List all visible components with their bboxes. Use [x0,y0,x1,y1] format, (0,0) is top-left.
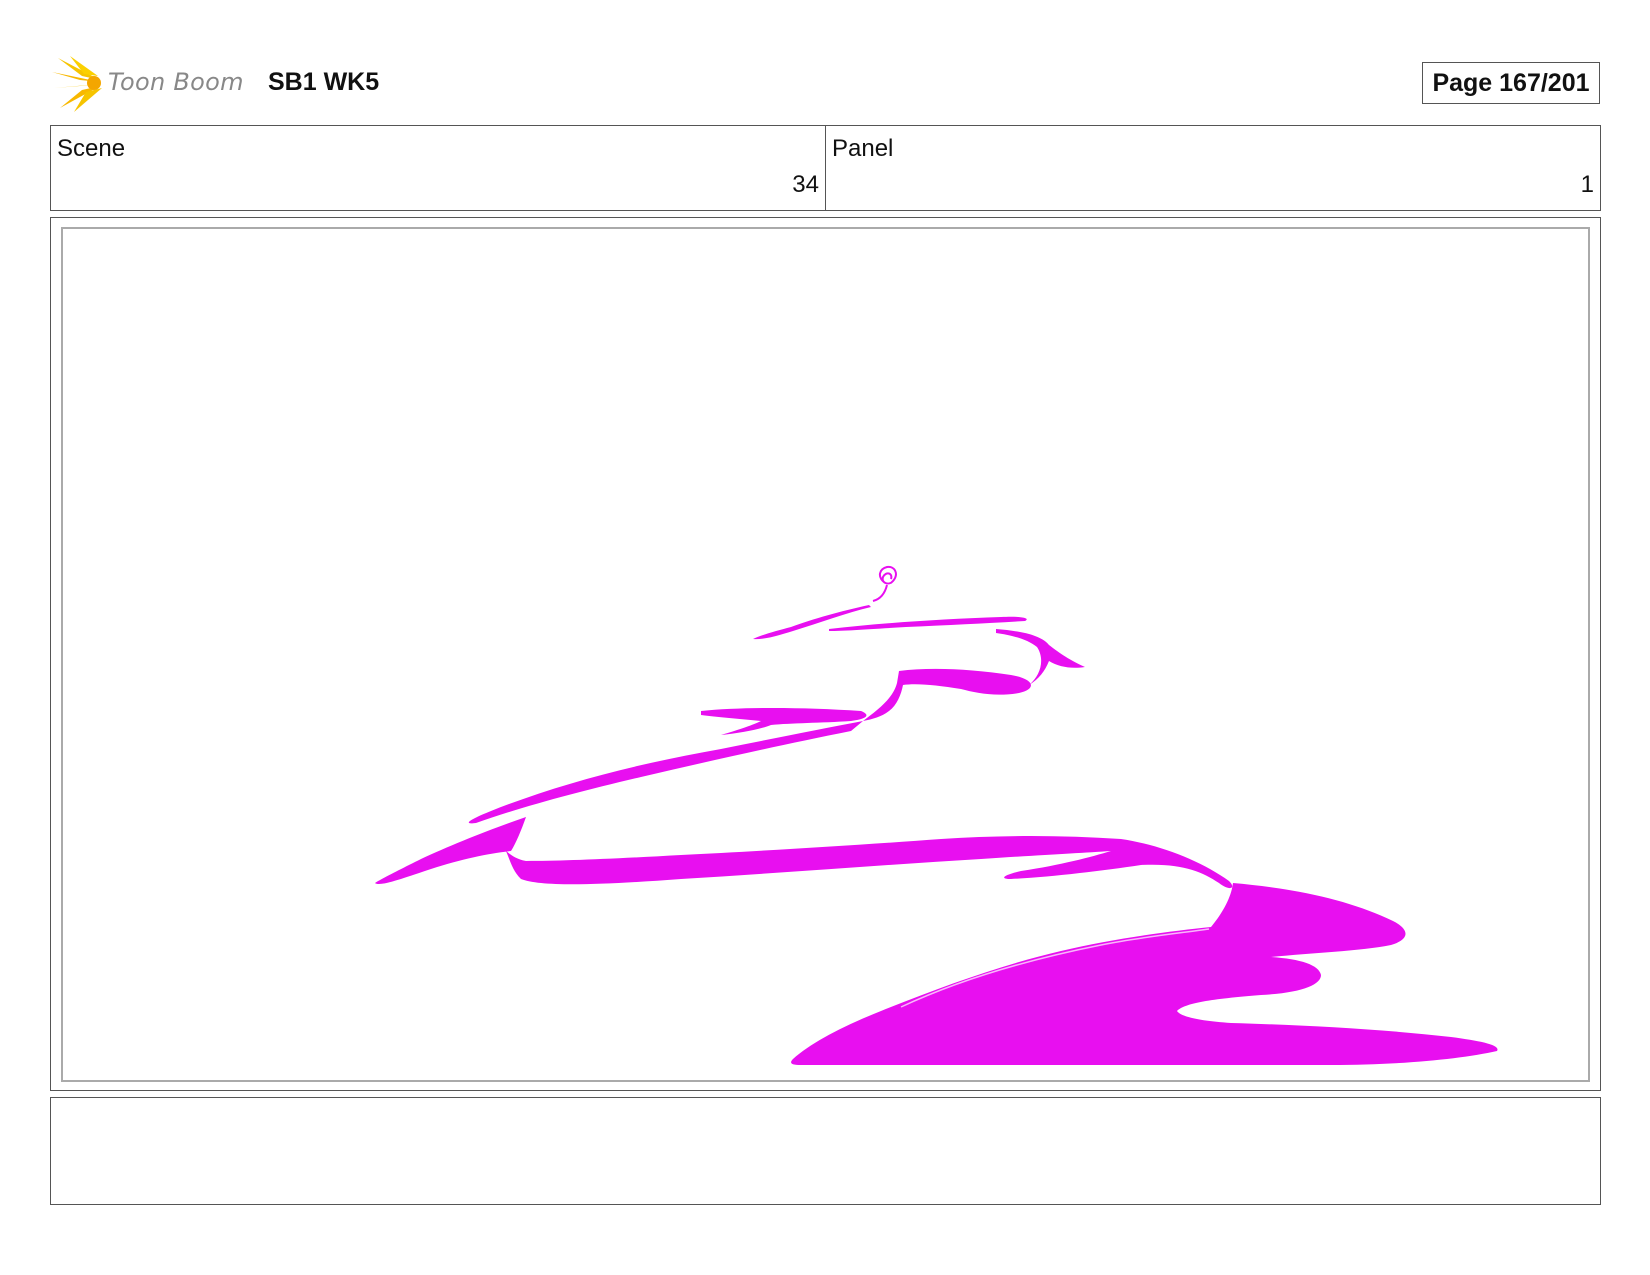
project-title: SB1 WK5 [268,68,380,96]
storyboard-panel-frame [50,217,1601,1091]
sketch-middle-ledge [863,668,1031,721]
page-indicator: Page 167/201 [1422,62,1600,104]
panel-sketch [375,565,1498,1065]
panel-cell: Panel 1 [825,126,1600,210]
page-label: Page 167/201 [1432,68,1590,97]
toon-boom-logo: Toon Boom [52,56,252,112]
sketch-scribble [872,565,897,602]
panel-drawing-area [61,227,1590,1082]
scene-panel-info: Scene 34 Panel 1 [50,125,1601,211]
sketch-top-ridge [829,616,1027,631]
sketch-top-left-stroke [753,605,871,640]
scene-value: 34 [792,171,819,198]
sketch-main-band [506,836,1233,889]
sketch-lower-mass [791,883,1498,1065]
panel-label: Panel [832,135,894,162]
sketch-left-spike [375,817,526,885]
starburst-logo-icon [52,56,102,112]
panel-notes-box [50,1097,1601,1205]
scene-cell: Scene 34 [51,126,825,210]
scene-label: Scene [57,135,126,162]
panel-value: 1 [1580,171,1594,198]
sketch-diagonal-sweep [468,721,863,824]
logo-text: Toon Boom [108,68,244,96]
